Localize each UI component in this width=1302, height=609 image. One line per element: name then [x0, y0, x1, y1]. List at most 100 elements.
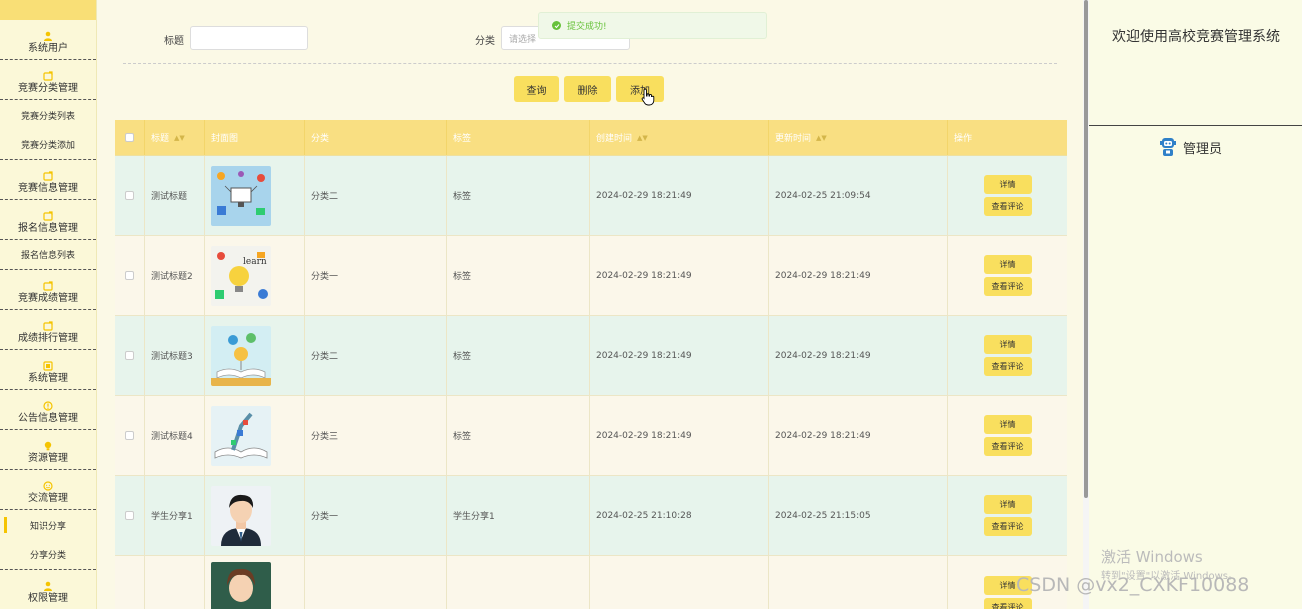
view-comments-button[interactable]: 查看评论 — [983, 598, 1032, 609]
view-comments-button[interactable]: 查看评论 — [983, 197, 1032, 216]
sidebar-item-7[interactable]: 竞赛成绩管理 — [0, 270, 96, 310]
cell-created: 2024-02-29 18:21:49 — [590, 236, 769, 315]
table-row: 测试标题 分类二 标签 2024-02-29 18:21:49 2024-02-25 2… — [115, 156, 1067, 236]
view-comments-button[interactable]: 查看评论 — [983, 277, 1032, 296]
sidebar-item-15[interactable]: 权限管理 — [0, 570, 96, 609]
sidebar-subitem-14[interactable]: 分享分类 — [0, 540, 96, 570]
cell-updated: 2024-02-25 21:09:54 — [769, 156, 948, 235]
admin-name: 管理员 — [1183, 141, 1223, 157]
view-comments-button[interactable]: 查看评论 — [983, 517, 1032, 536]
cell-title: 学生分享1 — [145, 476, 205, 555]
sidebar-item-11[interactable]: 资源管理 — [0, 430, 96, 470]
admin-user[interactable]: 管理员 — [1159, 136, 1222, 158]
cell-title: 测试标题 — [145, 156, 205, 235]
row-checkbox[interactable] — [125, 351, 134, 360]
table-row: 详情 查看评论 — [115, 556, 1067, 609]
bulb-icon — [43, 436, 53, 450]
cell-updated: 2024-02-29 18:21:49 — [769, 396, 948, 475]
cell-created — [590, 556, 769, 609]
detail-button[interactable]: 详情 — [983, 175, 1032, 194]
scrollbar-thumb[interactable] — [1084, 0, 1088, 498]
search-divider — [123, 63, 1057, 64]
chat-icon — [43, 476, 53, 491]
sidebar-subitem-3[interactable]: 竞赛分类添加 — [0, 130, 96, 160]
sort-icon: ▲▼ — [816, 133, 827, 142]
sidebar-item-0[interactable]: 系统用户 — [0, 20, 96, 60]
header-created[interactable]: 创建时间 ▲▼ — [590, 120, 769, 155]
cell-cover — [205, 156, 305, 235]
view-comments-button[interactable]: 查看评论 — [983, 357, 1032, 376]
sidebar-item-1[interactable]: 竞赛分类管理 — [0, 60, 96, 100]
toast-message: 提交成功! — [567, 22, 607, 32]
row-select-cell — [115, 476, 145, 555]
sidebar-item-8[interactable]: 成绩排行管理 — [0, 310, 96, 350]
cover-image — [211, 405, 271, 466]
sidebar-subitem-13[interactable]: 知识分享 — [0, 510, 96, 540]
row-checkbox[interactable] — [125, 431, 134, 440]
cell-tag — [447, 556, 590, 609]
detail-button[interactable]: 详情 — [983, 255, 1032, 274]
delete-button[interactable]: 删除 — [564, 76, 611, 102]
cell-title: 测试标题4 — [145, 396, 205, 475]
folder-icon — [43, 166, 53, 181]
table-row: 测试标题3 分类二 标签 2024-02-29 18:21:49 2024-02-29 … — [115, 316, 1067, 396]
header-updated-label: 更新时间 — [775, 134, 812, 144]
detail-button[interactable]: 详情 — [983, 335, 1032, 354]
cell-tag: 标签 — [447, 236, 590, 315]
title-search-label: 标题 — [164, 36, 184, 47]
header-category-label: 分类 — [311, 134, 330, 144]
table-row: 测试标题2 learn 分类一 标签 2024-02-29 18:21:49 2024-0… — [115, 236, 1067, 316]
sidebar-item-label: 竞赛成绩管理 — [18, 292, 78, 304]
row-checkbox[interactable] — [125, 191, 134, 200]
sidebar: 系统用户竞赛分类管理竞赛分类列表 竞赛分类添加竞赛信息管理 报名信息管理报名信息列表… — [0, 0, 97, 609]
sidebar-item-label: 竞赛信息管理 — [18, 182, 78, 194]
select-all-checkbox[interactable] — [125, 133, 134, 142]
sidebar-item-10[interactable]: 公告信息管理 — [0, 390, 96, 430]
detail-button[interactable]: 详情 — [983, 415, 1032, 434]
cell-actions: 详情 查看评论 — [948, 396, 1067, 475]
table-header: 标题 ▲▼ 封面图 分类 标签 创建时间 ▲▼ 更新时间 ▲▼ 操作 — [115, 120, 1067, 156]
select-all-cell — [115, 120, 145, 155]
csdn-watermark: CSDN @vx2_CXKF10088 — [1016, 574, 1250, 596]
cell-created: 2024-02-29 18:21:49 — [590, 396, 769, 475]
sidebar-item-label: 报名信息管理 — [18, 222, 78, 234]
cell-tag: 标签 — [447, 316, 590, 395]
cell-cover — [205, 476, 305, 555]
row-checkbox[interactable] — [125, 271, 134, 280]
header-title[interactable]: 标题 ▲▼ — [145, 120, 205, 155]
sidebar-item-label: 交流管理 — [28, 492, 68, 504]
query-button[interactable]: 查询 — [514, 76, 559, 102]
table-row: 测试标题4 分类三 标签 2024-02-29 18:21:49 2024-02-29 … — [115, 396, 1067, 476]
row-select-cell — [115, 556, 145, 609]
view-comments-button[interactable]: 查看评论 — [983, 437, 1032, 456]
sidebar-item-12[interactable]: 交流管理 — [0, 470, 96, 510]
cell-cover: learn — [205, 236, 305, 315]
sidebar-item-label: 竞赛分类管理 — [18, 82, 78, 94]
row-checkbox[interactable] — [125, 511, 134, 520]
cell-cover — [205, 556, 305, 609]
detail-button[interactable]: 详情 — [983, 495, 1032, 514]
sidebar-subitem-2[interactable]: 竞赛分类列表 — [0, 100, 96, 130]
cell-category: 分类二 — [305, 316, 447, 395]
cell-tag: 学生分享1 — [447, 476, 590, 555]
main-content: 标题 分类 请选择 提交成功! 查询 删除 添加 标题 ▲▼ 封面图 分类 标签 … — [97, 0, 1083, 609]
header-actions-label: 操作 — [954, 134, 973, 144]
cell-created: 2024-02-25 21:10:28 — [590, 476, 769, 555]
cell-actions: 详情 查看评论 — [948, 316, 1067, 395]
sidebar-subitem-6[interactable]: 报名信息列表 — [0, 240, 96, 270]
sidebar-item-5[interactable]: 报名信息管理 — [0, 200, 96, 240]
cover-image: learn — [211, 245, 271, 306]
cell-actions: 详情 查看评论 — [948, 476, 1067, 555]
table-row: 学生分享1 分类一 学生分享1 2024-02-25 21:10:28 2024-02-… — [115, 476, 1067, 556]
title-search-input[interactable] — [190, 26, 308, 50]
sidebar-item-4[interactable]: 竞赛信息管理 — [0, 160, 96, 200]
header-updated[interactable]: 更新时间 ▲▼ — [769, 120, 948, 155]
sort-icon: ▲▼ — [174, 133, 185, 142]
sidebar-item-label: 资源管理 — [28, 452, 68, 464]
sidebar-item-9[interactable]: 系统管理 — [0, 350, 96, 390]
cell-updated: 2024-02-29 18:21:49 — [769, 236, 948, 315]
folder-icon — [43, 66, 53, 81]
cover-image — [211, 325, 271, 386]
add-button[interactable]: 添加 — [616, 76, 664, 102]
success-toast: 提交成功! — [538, 12, 767, 39]
